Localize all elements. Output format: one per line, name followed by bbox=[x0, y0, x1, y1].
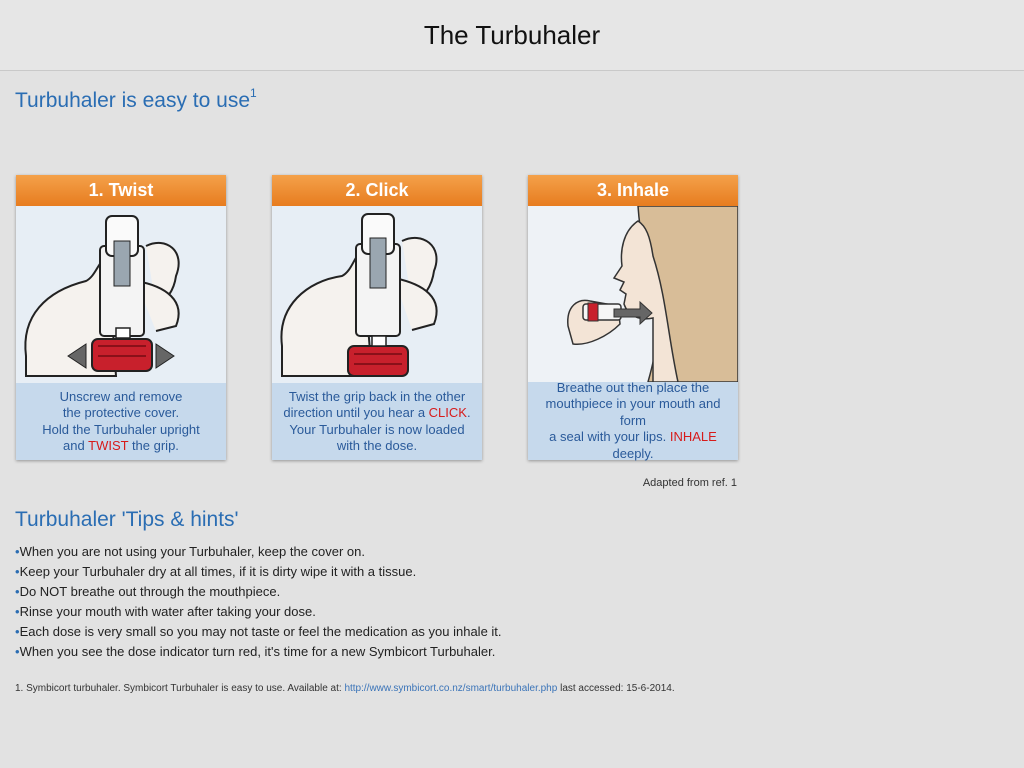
step-title: 3. Inhale bbox=[528, 175, 738, 206]
footnote-text: 1. Symbicort turbuhaler. Symbicort Turbu… bbox=[15, 683, 345, 694]
intro-ref: 1 bbox=[250, 86, 257, 100]
step-line-post: . bbox=[466, 405, 471, 420]
click-highlight: CLICK bbox=[428, 405, 467, 420]
tip-text: Keep your Turbuhaler dry at all times, i… bbox=[19, 564, 417, 579]
tip-item: •Each dose is very small so you may not … bbox=[15, 622, 502, 642]
tip-item: •Rinse your mouth with water after takin… bbox=[15, 602, 502, 622]
step-description: Twist the grip back in the other directi… bbox=[272, 383, 482, 460]
tip-text: When you see the dose indicator turn red… bbox=[19, 644, 496, 659]
step-line: Twist the grip back in the other bbox=[288, 388, 466, 404]
adapted-note: Adapted from ref. 1 bbox=[642, 477, 737, 489]
footnote: 1. Symbicort turbuhaler. Symbicort Turbu… bbox=[15, 683, 675, 694]
step-description: Unscrew and remove the protective cover.… bbox=[16, 383, 226, 460]
tip-item: •Keep your Turbuhaler dry at all times, … bbox=[15, 562, 502, 582]
tip-text: Each dose is very small so you may not t… bbox=[19, 624, 502, 639]
step-line: Unscrew and remove bbox=[59, 388, 183, 404]
tip-text: Rinse your mouth with water after taking… bbox=[19, 604, 316, 619]
step-line-pre: a seal with your lips. bbox=[549, 429, 670, 445]
inhale-illustration bbox=[528, 206, 738, 382]
step-line-pre: direction until you hear a bbox=[283, 405, 429, 420]
step-description: Breathe out then place the mouthpiece in… bbox=[528, 379, 738, 461]
step-line: with the dose. bbox=[336, 438, 418, 453]
tip-text: When you are not using your Turbuhaler, … bbox=[19, 544, 365, 559]
footnote-date: last accessed: 15-6-2014. bbox=[557, 683, 675, 694]
step-title: 1. Twist bbox=[16, 175, 226, 206]
reference-link[interactable]: http://www.symbicort.co.nz/smart/turbuha… bbox=[344, 683, 557, 694]
page-title: The Turbuhaler bbox=[423, 19, 601, 50]
tip-item: •When you see the dose indicator turn re… bbox=[15, 642, 502, 662]
tip-item: •Do NOT breathe out through the mouthpie… bbox=[15, 582, 502, 602]
intro-heading-text: Turbuhaler is easy to use bbox=[15, 89, 251, 112]
tip-item: •When you are not using your Turbuhaler,… bbox=[15, 542, 502, 562]
inhale-highlight: INHALE bbox=[669, 429, 717, 445]
twist-illustration bbox=[16, 206, 226, 383]
step-card-twist: 1. Twist Unscrew and remove the protecti… bbox=[16, 175, 226, 460]
tips-list: •When you are not using your Turbuhaler,… bbox=[15, 542, 502, 662]
twist-highlight: TWIST bbox=[88, 438, 129, 453]
step-card-click: 2. Click Twist the grip back in the othe… bbox=[272, 175, 482, 460]
step-line-post: deeply. bbox=[612, 445, 654, 461]
step-line: mouthpiece in your mouth and form bbox=[545, 396, 721, 428]
step-line-post: the grip. bbox=[128, 438, 179, 453]
intro-heading: Turbuhaler is easy to use1 bbox=[15, 86, 257, 113]
tips-heading: Turbuhaler 'Tips & hints' bbox=[15, 508, 239, 531]
click-illustration bbox=[272, 206, 482, 383]
step-line: Hold the Turbuhaler upright bbox=[42, 421, 200, 437]
title-bar: The Turbuhaler bbox=[0, 0, 1024, 71]
step-line: the protective cover. bbox=[62, 405, 180, 420]
step-line: Your Turbuhaler is now loaded bbox=[289, 421, 465, 437]
step-line: Breathe out then place the bbox=[556, 379, 710, 395]
step-title: 2. Click bbox=[272, 175, 482, 206]
step-line-pre: and bbox=[63, 438, 89, 453]
tip-text: Do NOT breathe out through the mouthpiec… bbox=[19, 584, 281, 599]
step-card-inhale: 3. Inhale Breathe out then place the mou… bbox=[528, 175, 738, 461]
